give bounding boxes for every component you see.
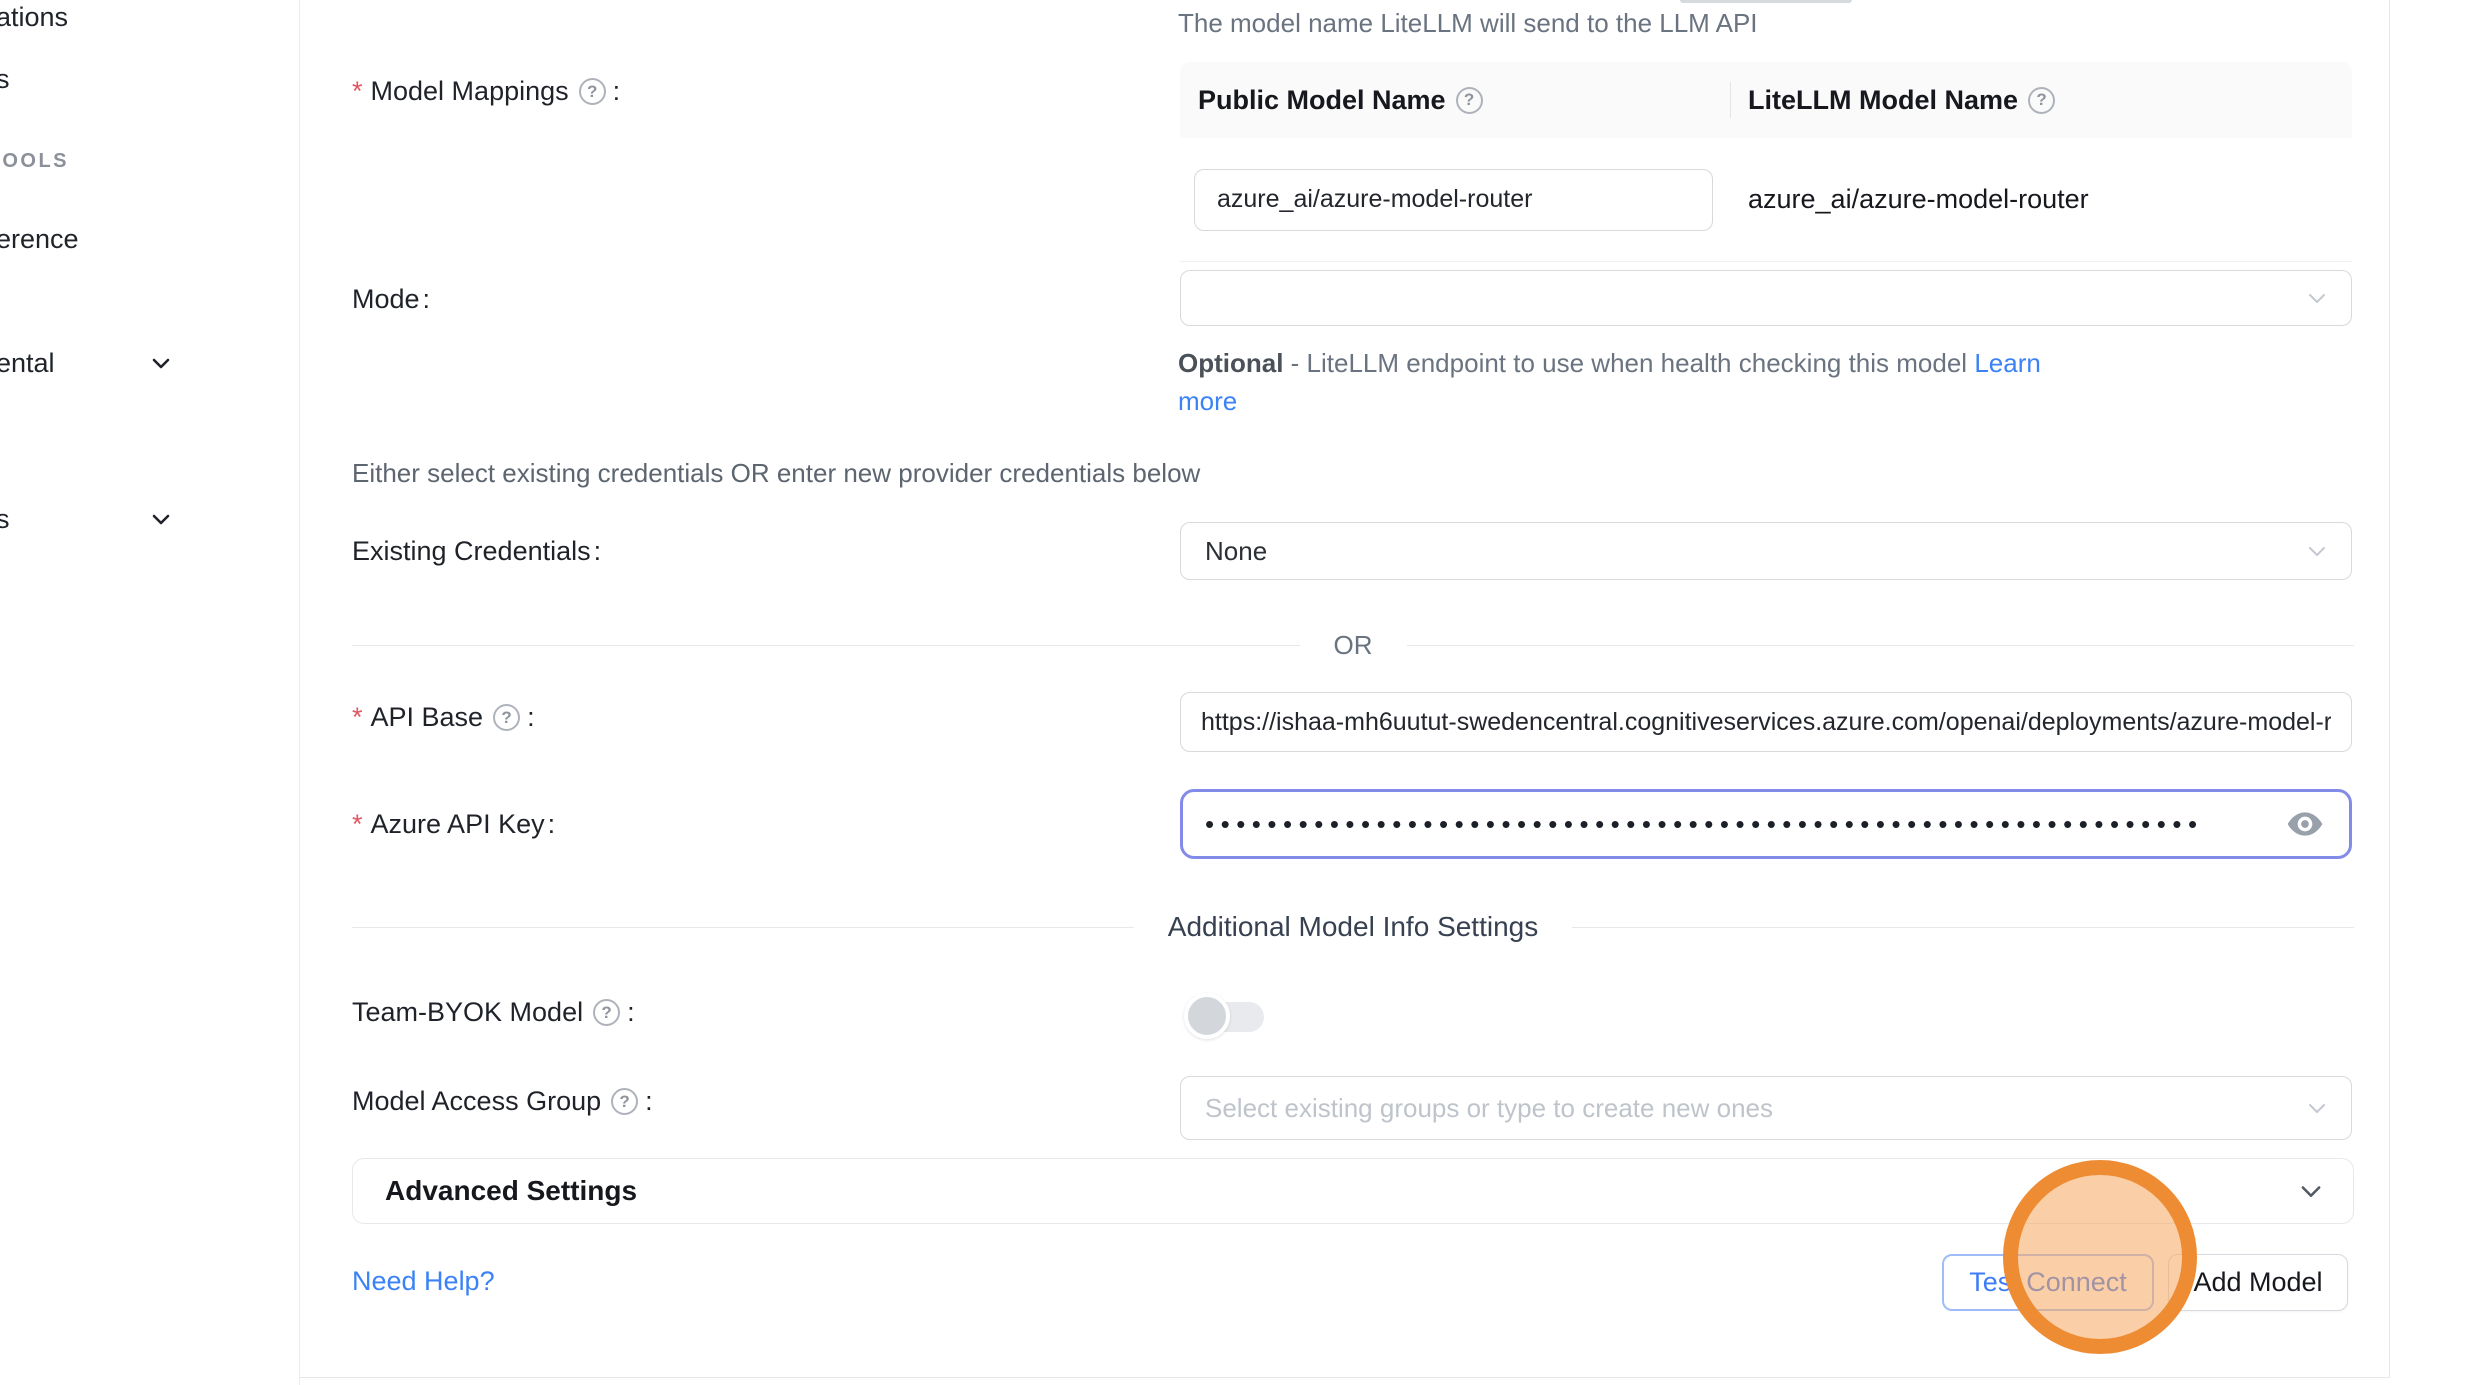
chevron-down-icon[interactable] (148, 350, 174, 376)
existing-credentials-select[interactable]: None (1180, 522, 2352, 580)
or-divider-text: OR (1300, 630, 1407, 661)
existing-credentials-value: None (1181, 536, 1267, 567)
model-access-group-placeholder: Select existing groups or type to create… (1181, 1093, 1773, 1124)
column-divider (1730, 82, 1731, 118)
model-mappings-table: Public Model Name ? LiteLLM Model Name ?… (1180, 62, 2352, 262)
model-access-group-select[interactable]: Select existing groups or type to create… (1180, 1076, 2352, 1140)
sidebar-item-settings[interactable]: s (0, 504, 10, 535)
chevron-down-icon (2305, 539, 2329, 563)
azure-api-key-input[interactable]: ••••••••••••••••••••••••••••••••••••••••… (1180, 789, 2352, 859)
mode-select[interactable] (1180, 270, 2352, 326)
chevron-down-icon (2305, 1096, 2329, 1120)
help-circle-icon[interactable]: ? (1456, 87, 1483, 114)
chevron-down-icon (2305, 286, 2329, 310)
additional-settings-divider-text: Additional Model Info Settings (1134, 911, 1572, 943)
sidebar-item[interactable]: s (0, 64, 10, 95)
chevron-down-icon[interactable] (148, 506, 174, 532)
help-circle-icon[interactable]: ? (593, 999, 620, 1026)
sidebar-item-organizations[interactable]: ations (0, 2, 68, 33)
model-access-group-label: Model Access Group ? : (352, 1086, 653, 1117)
table-row: azure_ai/azure-model-router (1180, 138, 2352, 262)
team-byok-label: Team-BYOK Model ? : (352, 997, 635, 1028)
masked-password-value: ••••••••••••••••••••••••••••••••••••••••… (1183, 809, 2243, 840)
toggle-knob (1184, 993, 1230, 1039)
required-asterisk: * (352, 702, 363, 733)
litellm-model-name-value: azure_ai/azure-model-router (1730, 184, 2352, 215)
required-asterisk: * (352, 809, 363, 840)
team-byok-toggle[interactable] (1184, 993, 1268, 1041)
api-base-label: * API Base ? : (352, 702, 535, 733)
mode-help-text: Optional - LiteLLM endpoint to use when … (1178, 344, 2041, 420)
sidebar-item-experimental[interactable]: ental (0, 348, 55, 379)
public-model-name-input[interactable] (1194, 169, 1713, 231)
cutoff-input-edge (1680, 0, 1852, 3)
api-base-input[interactable] (1180, 692, 2352, 752)
need-help-link[interactable]: Need Help? (352, 1266, 495, 1297)
eye-icon[interactable] (2285, 804, 2325, 844)
help-circle-icon[interactable]: ? (579, 78, 606, 105)
click-highlight-circle (2003, 1160, 2197, 1354)
additional-settings-divider: Additional Model Info Settings (352, 912, 2354, 942)
divider-line (1572, 927, 2354, 928)
advanced-settings-label: Advanced Settings (353, 1175, 637, 1207)
chevron-down-icon (2297, 1177, 2325, 1205)
learn-more-link[interactable]: Learn (1974, 348, 2041, 378)
mode-label: Mode: (352, 284, 430, 315)
required-asterisk: * (352, 76, 363, 107)
add-model-page: ations s TOOLS erence ental s The model … (0, 0, 2477, 1385)
model-mappings-label: * Model Mappings ? : (352, 76, 620, 107)
divider-line (352, 927, 1134, 928)
model-mappings-table-header: Public Model Name ? LiteLLM Model Name ? (1180, 62, 2352, 138)
divider-line (1407, 645, 2355, 646)
learn-more-link[interactable]: more (1178, 386, 1237, 416)
column-header-litellm-model-name: LiteLLM Model Name ? (1730, 85, 2352, 116)
model-name-helper-text: The model name LiteLLM will send to the … (1178, 8, 1758, 39)
or-divider: OR (352, 632, 2354, 658)
sidebar-section-tools: TOOLS (0, 150, 69, 173)
help-circle-icon[interactable]: ? (611, 1088, 638, 1115)
divider-line (352, 645, 1300, 646)
azure-api-key-label: * Azure API Key : (352, 809, 555, 840)
sidebar-item-api-reference[interactable]: erence (0, 224, 79, 255)
public-model-name-cell (1180, 169, 1730, 231)
credentials-note: Either select existing credentials OR en… (352, 458, 1200, 489)
existing-credentials-label: Existing Credentials: (352, 536, 601, 567)
help-circle-icon[interactable]: ? (493, 704, 520, 731)
help-circle-icon[interactable]: ? (2028, 87, 2055, 114)
sidebar: ations s TOOLS erence ental s (0, 0, 300, 1385)
column-header-public-model-name: Public Model Name ? (1180, 85, 1730, 116)
